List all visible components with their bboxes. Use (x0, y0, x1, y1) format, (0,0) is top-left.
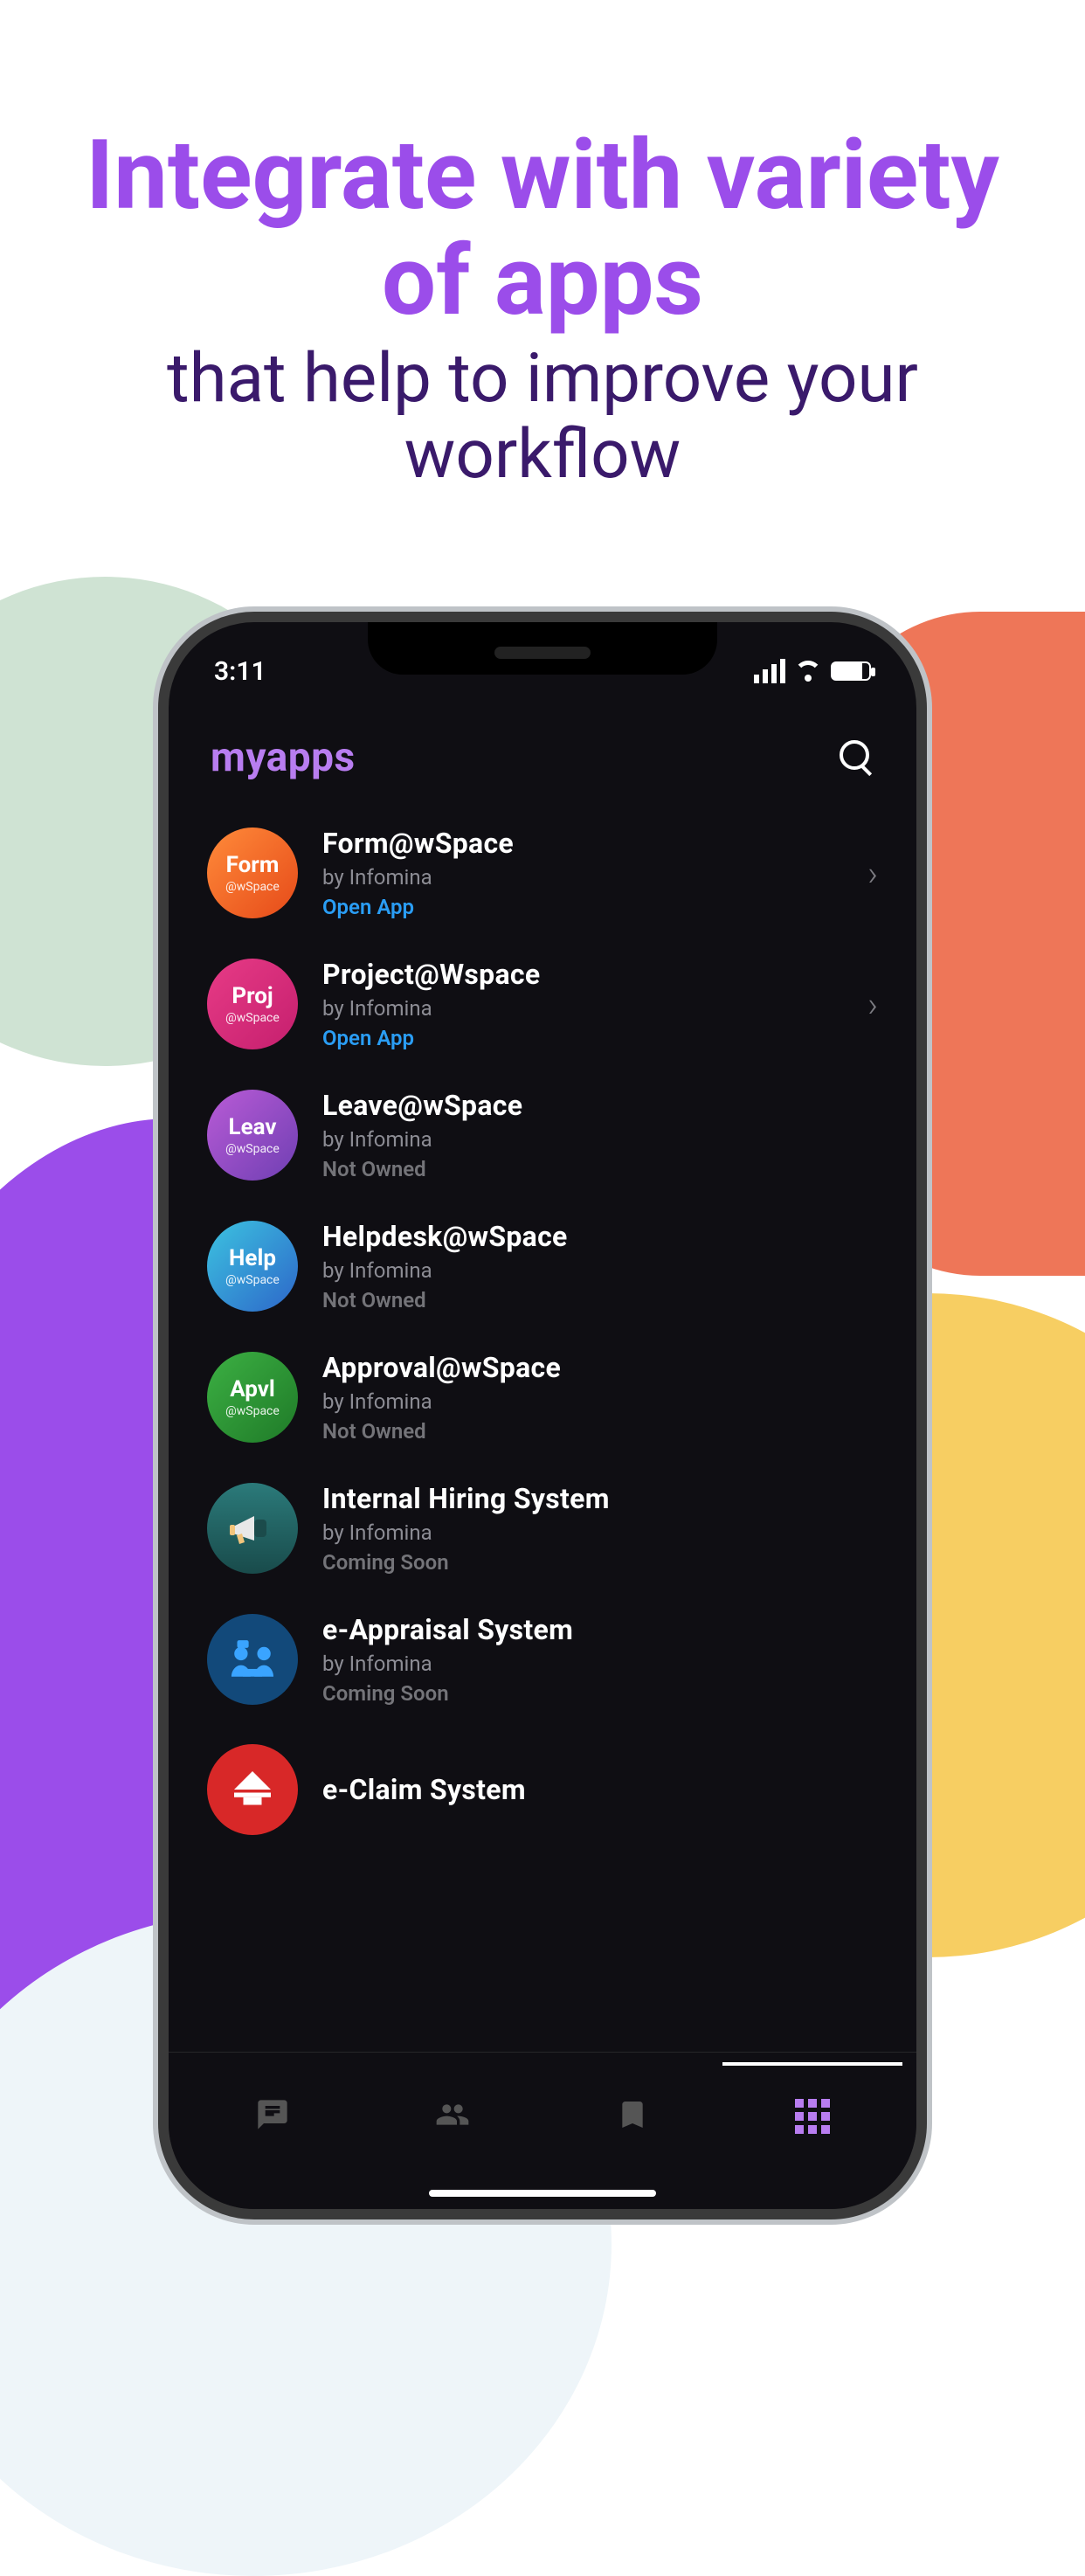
app-status: Not Owned (322, 1288, 878, 1312)
app-author: by Infomina (322, 996, 843, 1021)
home-indicator (429, 2190, 656, 2197)
app-list-item[interactable]: Leav @wSpace Leave@wSpace by Infomina Not Ow… (198, 1070, 887, 1201)
app-author: by Infomina (322, 1127, 878, 1152)
app-status: Coming Soon (322, 1550, 878, 1575)
battery-icon (831, 661, 871, 681)
app-author: by Infomina (322, 865, 843, 890)
app-list-item[interactable]: Form@wSpaceForm@wSpaceby InfominaOpen Ap… (198, 807, 887, 938)
search-icon[interactable] (840, 740, 874, 775)
app-author: by Infomina (322, 1520, 878, 1545)
app-title: Form@wSpace (322, 827, 843, 860)
app-status[interactable]: Open App (322, 1026, 843, 1050)
app-status: Not Owned (322, 1157, 878, 1181)
app-badge-short: Form (226, 852, 280, 878)
app-list-item[interactable]: e-Claim System (198, 1725, 887, 1854)
hero-title: Integrate with variety of apps (52, 122, 1033, 334)
app-title: e-Claim System (322, 1773, 878, 1806)
chevron-right-icon[interactable]: › (867, 984, 878, 1025)
app-title: Approval@wSpace (322, 1351, 878, 1384)
bottom-nav (169, 2052, 916, 2209)
app-badge: Help @wSpace (207, 1221, 298, 1312)
app-title: Leave@wSpace (322, 1089, 878, 1122)
app-badge-short: Proj (232, 983, 273, 1009)
nav-chat[interactable] (183, 2062, 363, 2167)
page-title: myapps (211, 734, 356, 781)
app-badge (207, 1744, 298, 1835)
app-status: Coming Soon (322, 1681, 878, 1706)
status-time: 3:11 (214, 656, 266, 687)
nav-bookmark[interactable] (542, 2062, 722, 2167)
wifi-icon (794, 661, 822, 682)
app-list-item[interactable]: Apvl @wSpace Approval@wSpace by Infomina Not… (198, 1332, 887, 1463)
app-badge-sub: @wSpace (225, 1011, 280, 1025)
app-badge-sub: @wSpace (225, 1142, 280, 1156)
app-list-item[interactable]: Internal Hiring System by Infomina Coming … (198, 1463, 887, 1594)
app-badge-sub: @wSpace (225, 880, 280, 894)
app-author: by Infomina (322, 1258, 878, 1283)
app-badge: Form @wSpace (207, 828, 298, 918)
app-author: by Infomina (322, 1652, 878, 1676)
app-status[interactable]: Open App (322, 895, 843, 919)
app-badge: Leav @wSpace (207, 1090, 298, 1181)
app-title: e-Appraisal System (322, 1613, 878, 1646)
app-status: Not Owned (322, 1419, 878, 1444)
app-badge-short: Apvl (230, 1376, 275, 1402)
app-badge: Apvl @wSpace (207, 1352, 298, 1443)
app-list-item[interactable]: e-Appraisal System by Infomina Coming Soon (198, 1594, 887, 1725)
app-badge-short: Help (229, 1245, 276, 1271)
app-list-item[interactable]: Proj @wSpace Project@Wspace by Infomina Open… (198, 938, 887, 1070)
app-author: by Infomina (322, 1389, 878, 1414)
hero-subtitle: that help to improve your workflow (52, 341, 1033, 494)
app-badge-sub: @wSpace (225, 1273, 280, 1287)
signal-icon (754, 659, 785, 683)
phone-frame: 3:11 myapps Form@wSpaceForm@wSpaceby Inf… (158, 612, 927, 2219)
grid-icon (795, 2099, 830, 2134)
app-badge-short: Leav (229, 1114, 277, 1140)
app-list[interactable]: Form@wSpaceForm@wSpaceby InfominaOpen Ap… (169, 790, 916, 2083)
app-title: Internal Hiring System (322, 1482, 878, 1515)
nav-people[interactable] (363, 2062, 542, 2167)
app-badge: Proj @wSpace (207, 959, 298, 1049)
app-badge (207, 1614, 298, 1705)
app-title: Helpdesk@wSpace (322, 1220, 878, 1253)
app-badge-sub: @wSpace (225, 1404, 280, 1418)
app-badge (207, 1483, 298, 1574)
chevron-right-icon[interactable]: › (867, 853, 878, 894)
app-title: Project@Wspace (322, 958, 843, 991)
phone-notch (368, 622, 717, 675)
nav-apps[interactable] (722, 2062, 902, 2167)
app-list-item[interactable]: Help @wSpace Helpdesk@wSpace by Infomina Not… (198, 1201, 887, 1332)
